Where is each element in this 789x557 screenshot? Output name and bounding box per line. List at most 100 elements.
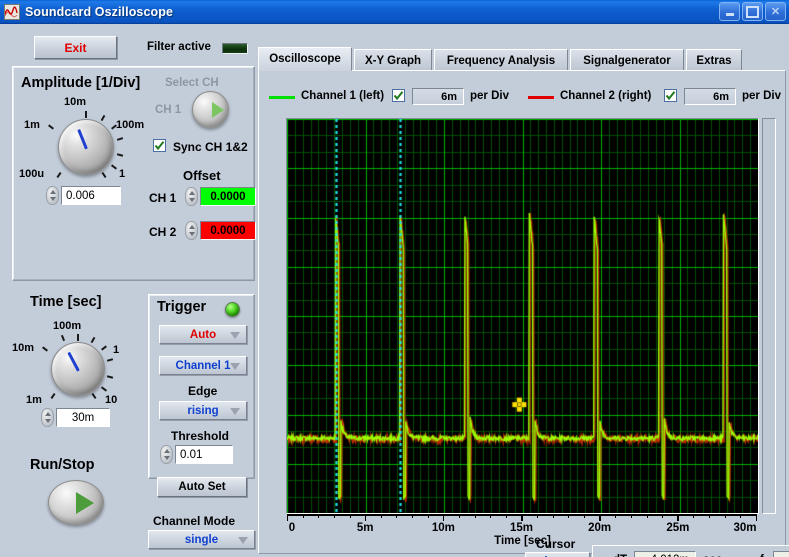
x-axis-minor-tick <box>662 514 663 518</box>
tab-xy-graph[interactable]: X-Y Graph <box>354 49 432 71</box>
knob-tick <box>91 393 96 399</box>
x-axis-major-tick <box>521 514 523 521</box>
checkmark-icon <box>154 140 165 151</box>
amplitude-knob-group: 10m 1m 100m 100u 1 <box>13 67 153 197</box>
knob-tick <box>117 137 123 141</box>
trigger-edge-dropdown[interactable]: rising <box>159 401 247 420</box>
amplitude-knob-label-1: 1 <box>119 168 125 180</box>
tab-oscilloscope[interactable]: Oscilloscope <box>258 47 352 71</box>
minimize-button[interactable] <box>719 2 740 21</box>
amplitude-knob-label-100m: 100m <box>116 119 144 131</box>
waveform-icon <box>4 4 20 20</box>
tab-extras[interactable]: Extras <box>686 49 742 71</box>
trigger-led <box>225 302 240 317</box>
knob-tick <box>42 346 48 351</box>
x-axis-tick-label: 25m <box>666 522 689 534</box>
time-spinner[interactable] <box>41 408 54 427</box>
app-window: Soundcard Oszilloscope ✕ Exit Filter act… <box>0 0 789 557</box>
tab-signalgenerator[interactable]: Signalgenerator <box>570 49 684 71</box>
channel2-label: Channel 2 (right) <box>560 90 651 102</box>
x-axis-minor-tick <box>475 514 476 518</box>
knob-tick <box>117 153 123 156</box>
offset-ch2-spinner[interactable] <box>185 221 198 240</box>
x-axis-tick-label: 20m <box>588 522 611 534</box>
select-ch-knob[interactable] <box>192 91 229 128</box>
close-icon: ✕ <box>766 3 785 20</box>
trigger-source-dropdown[interactable]: Channel 1 <box>159 356 247 375</box>
run-stop-label: Run/Stop <box>30 457 94 473</box>
amplitude-knob-label-1m: 1m <box>24 119 40 131</box>
x-axis-minor-tick <box>584 514 585 518</box>
channel2-per-div-value[interactable]: 6m <box>684 88 736 105</box>
oscilloscope-plot[interactable] <box>286 118 759 514</box>
threshold-input[interactable]: 0.01 <box>175 445 233 464</box>
amplitude-knob-label-100u: 100u <box>19 168 44 180</box>
knob-tick <box>91 337 96 343</box>
channel1-per-div-value[interactable]: 6m <box>412 88 464 105</box>
trigger-source-value: Channel 1 <box>176 360 231 372</box>
chevron-down-icon <box>230 332 240 339</box>
trigger-mode-dropdown[interactable]: Auto <box>159 325 247 344</box>
x-axis-minor-tick <box>709 514 710 518</box>
plot-vertical-scrollbar[interactable] <box>762 118 776 514</box>
time-knob[interactable] <box>51 342 105 396</box>
edge-label: Edge <box>188 384 217 398</box>
auto-set-button[interactable]: Auto Set <box>157 477 247 497</box>
chevron-down-icon <box>238 537 248 544</box>
x-axis-minor-tick <box>537 514 538 518</box>
channel2-per-div-label: per Div <box>742 90 781 102</box>
offset-ch1-spinner[interactable] <box>185 187 198 206</box>
run-stop-button[interactable] <box>48 480 104 525</box>
channel-mode-dropdown[interactable]: single <box>148 530 255 549</box>
filter-active-led[interactable] <box>222 43 248 54</box>
frequency-value[interactable]: 249.23 <box>773 551 789 557</box>
maximize-icon <box>743 3 762 20</box>
amplitude-value-input[interactable]: 0.006 <box>61 186 121 205</box>
time-value-input[interactable]: 30m <box>56 408 110 427</box>
offset-ch1-value[interactable]: 0.0000 <box>200 187 256 206</box>
threshold-spinner[interactable] <box>160 445 173 464</box>
tab-strip: Oscilloscope X-Y Graph Frequency Analysi… <box>258 49 786 69</box>
x-axis-minor-tick <box>381 514 382 518</box>
x-axis-minor-tick <box>459 514 460 518</box>
x-axis-major-tick <box>443 514 445 521</box>
exit-button[interactable]: Exit <box>34 36 117 59</box>
maximize-button[interactable] <box>742 2 763 21</box>
amplitude-knob[interactable] <box>58 119 114 175</box>
window-titlebar: Soundcard Oszilloscope ✕ <box>0 0 789 24</box>
sync-ch-checkbox[interactable] <box>153 139 166 152</box>
close-button[interactable]: ✕ <box>765 2 786 21</box>
x-axis-minor-tick <box>428 514 429 518</box>
channel-mode-label: Channel Mode <box>153 514 235 528</box>
dt-value[interactable]: 4.012m <box>634 551 696 557</box>
time-knob-group: 100m 10m 1 1m 10 <box>12 294 139 424</box>
x-axis-minor-tick <box>647 514 648 518</box>
cursor-mode-dropdown[interactable]: time <box>525 552 590 557</box>
minimize-icon <box>720 3 739 20</box>
x-axis-minor-tick <box>490 514 491 518</box>
channel1-enable-checkbox[interactable] <box>392 89 405 102</box>
knob-tick <box>107 358 113 362</box>
oscilloscope-tab-page: Channel 1 (left) 6m per Div Channel 2 (r… <box>258 70 786 554</box>
right-pane: Oscilloscope X-Y Graph Frequency Analysi… <box>258 27 786 554</box>
offset-title: Offset <box>183 168 221 183</box>
channel1-label: Channel 1 (left) <box>301 90 384 102</box>
channel2-enable-checkbox[interactable] <box>664 89 677 102</box>
plot-canvas[interactable] <box>287 119 758 513</box>
x-axis-tick-label: 30m <box>733 522 756 534</box>
x-axis-minor-tick <box>318 514 319 518</box>
x-axis-major-tick <box>599 514 601 521</box>
knob-tick <box>85 111 87 118</box>
knob-tick <box>107 375 113 378</box>
offset-ch2-value[interactable]: 0.0000 <box>200 221 256 240</box>
amplitude-spinner[interactable] <box>46 186 59 205</box>
plot-x-axis: 05m10m15m20m25m30m <box>286 514 759 536</box>
x-axis-minor-tick <box>693 514 694 518</box>
chevron-down-icon <box>230 408 240 415</box>
tab-frequency-analysis[interactable]: Frequency Analysis <box>434 49 568 71</box>
x-axis-minor-tick <box>303 514 304 518</box>
x-axis-minor-tick <box>506 514 507 518</box>
select-ch-value: CH 1 <box>155 104 181 116</box>
x-axis-tick-label: 15m <box>510 522 533 534</box>
offset-ch1-label: CH 1 <box>149 191 176 205</box>
